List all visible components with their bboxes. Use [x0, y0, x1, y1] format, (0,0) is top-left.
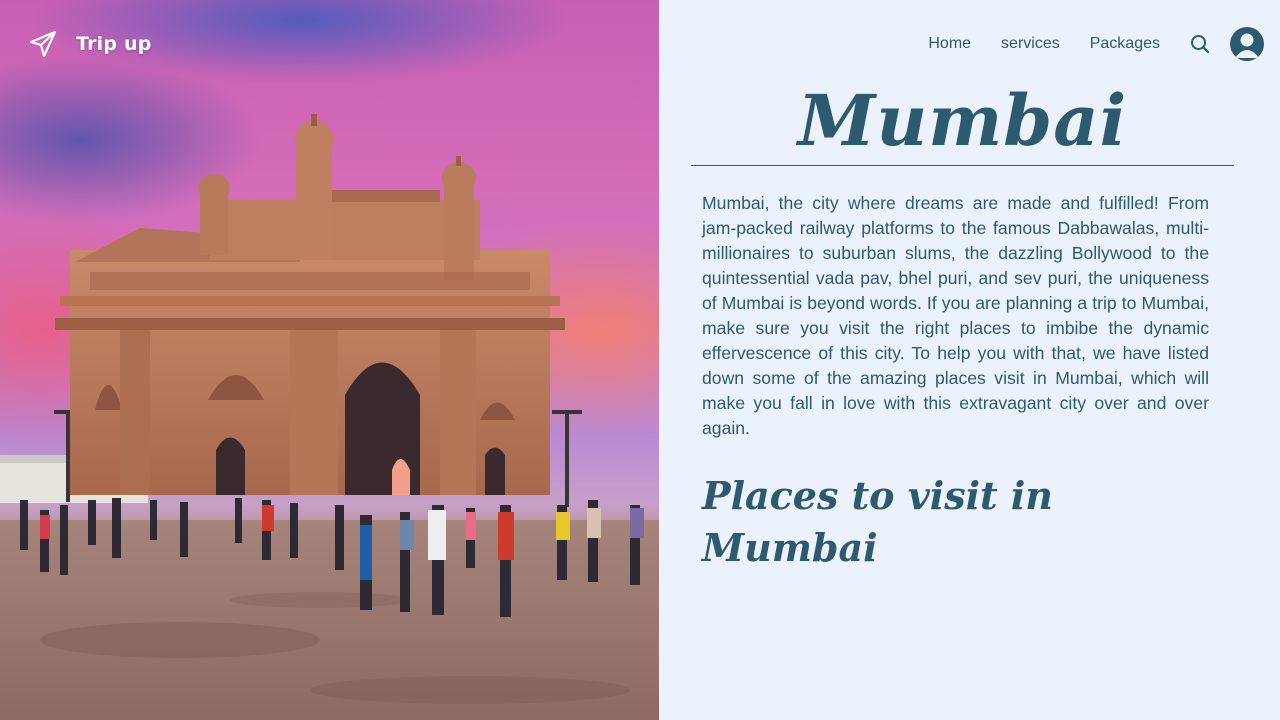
- paper-plane-icon: [29, 30, 57, 58]
- nav-packages-link[interactable]: Packages: [1090, 35, 1160, 53]
- page-title: Mumbai: [797, 79, 1128, 162]
- user-silhouette-icon: [1235, 33, 1259, 58]
- nav-services-link[interactable]: services: [1001, 35, 1060, 53]
- section-heading: Places to visit in Mumbai: [702, 473, 1053, 570]
- content-panel: Home services Packages Mumbai Mumbai, th…: [659, 0, 1280, 720]
- brand[interactable]: Trip up: [28, 28, 152, 60]
- title-divider: [691, 165, 1234, 166]
- hero-photo: [0, 0, 659, 720]
- search-icon[interactable]: [1190, 34, 1210, 54]
- top-nav: Home services Packages: [928, 26, 1264, 62]
- nav-home-link[interactable]: Home: [928, 35, 971, 53]
- brand-name: Trip up: [76, 33, 152, 55]
- city-description: Mumbai, the city where dreams are made a…: [702, 193, 1209, 438]
- user-avatar-icon[interactable]: [1230, 27, 1264, 61]
- gateway-of-india-illustration: [0, 114, 659, 720]
